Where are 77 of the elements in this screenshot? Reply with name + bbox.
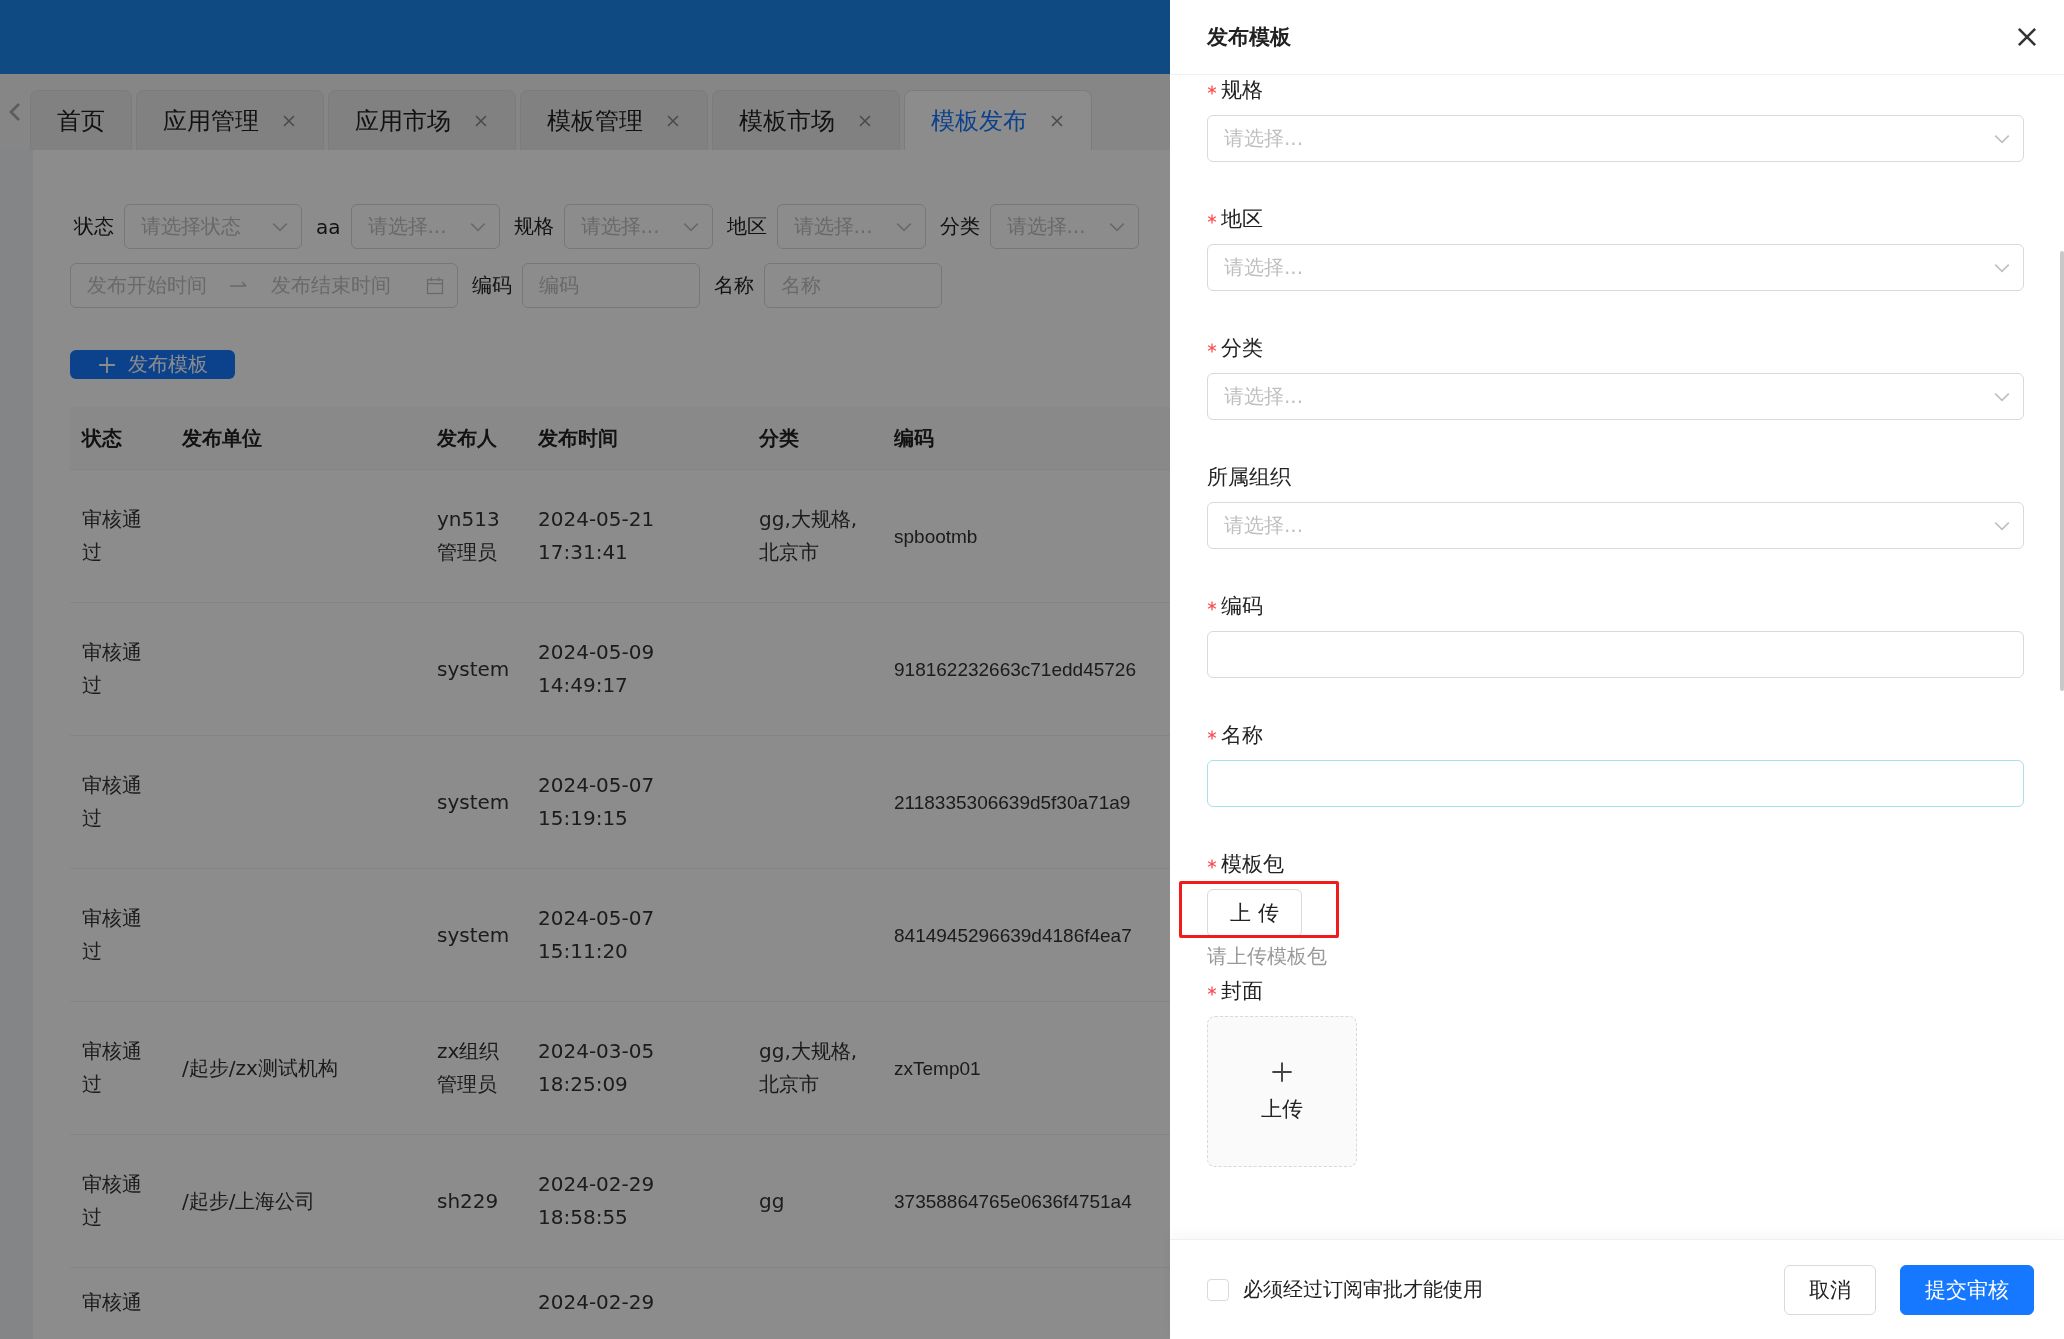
table-cell-text: 审核通 [81, 1289, 143, 1316]
table-cell-text: /起步/上海公司 [181, 1187, 317, 1215]
table-cell-text: 审核通过 [81, 772, 143, 832]
filter-label: 编码 [472, 272, 512, 299]
table-cell-text: 2024-02-29 18:58:55 [537, 1171, 656, 1231]
field-label: 地区 [1221, 206, 1263, 233]
checkbox[interactable] [1207, 1278, 1229, 1301]
table-cell-text: 2024-02-29 [537, 1289, 656, 1316]
field-label: 编码 [1221, 593, 1263, 620]
cancel-button[interactable]: 取消 [1784, 1264, 1876, 1315]
field-label: 封面 [1221, 978, 1263, 1005]
select-field[interactable]: 请选择... [1207, 502, 2024, 549]
table-cell-text: gg [758, 1187, 786, 1215]
table-cell-text: 审核通过 [81, 639, 143, 699]
table-cell-text: zxTemp01 [893, 1056, 982, 1081]
tab[interactable]: 首页 [30, 90, 132, 150]
table-cell-text: sh229 [436, 1187, 500, 1215]
column-header: 发布人 [436, 424, 498, 452]
upload-card[interactable]: 上传 [1207, 1016, 1357, 1167]
select-field[interactable]: 请选择... [1207, 244, 2024, 291]
table-cell-text: 审核通过 [81, 905, 143, 965]
table-cell-text: /起步/zx测试机构 [181, 1054, 339, 1082]
table-cell-text: 8414945296639d4186f4ea7 [893, 923, 1133, 948]
tab[interactable]: 应用市场 [328, 90, 516, 150]
table-cell-text: gg,大规格,北京市 [758, 1038, 859, 1098]
input-field[interactable] [1207, 760, 2024, 807]
calendar-icon [425, 275, 445, 296]
upload-button[interactable]: 上 传 [1207, 889, 1302, 937]
table-cell-text: 审核通过 [81, 1038, 143, 1098]
table-cell-text: 2024-05-21 17:31:41 [537, 506, 656, 566]
tab[interactable]: 模板市场 [712, 90, 900, 150]
table-cell-text: 918162232663c71edd45726 [893, 657, 1137, 682]
table-cell-text: 2118335306639d5f30a71a9 [893, 790, 1132, 815]
filter-label: 地区 [726, 213, 767, 240]
filter-label: 规格 [513, 213, 554, 240]
checkbox-label: 必须经过订阅审批才能使用 [1243, 1276, 1484, 1303]
field-label: 名称 [1221, 722, 1263, 749]
tab[interactable]: 应用管理 [136, 90, 324, 150]
field-label: 所属组织 [1207, 464, 1291, 491]
column-header: 状态 [80, 424, 123, 452]
table-cell-text: system [436, 655, 511, 683]
column-header: 发布时间 [537, 424, 619, 452]
select-field[interactable]: 请选择... [1207, 115, 2024, 162]
table-cell-text: system [436, 788, 511, 816]
table-cell-text: 2024-03-05 18:25:09 [537, 1038, 656, 1098]
submit-button[interactable]: 提交审核 [1900, 1264, 2034, 1315]
input-field[interactable] [1207, 631, 2024, 678]
table-cell-text: spbootmb [893, 524, 979, 549]
filter-label: 名称 [714, 272, 754, 299]
table-cell-text: yn513管理员 [436, 506, 501, 566]
field-label: 分类 [1221, 335, 1263, 362]
table-cell-text: zx组织管理员 [436, 1038, 501, 1098]
table-cell-text: 37358864765e0636f4751a4 [893, 1189, 1133, 1214]
field-label: 模板包 [1221, 851, 1284, 878]
field-label: 规格 [1221, 77, 1263, 104]
filter-label: 分类 [939, 213, 980, 240]
scrollbar[interactable] [2060, 251, 2064, 691]
hint-text: 请上传模板包 [1207, 943, 1328, 970]
tab[interactable]: 模板管理 [520, 90, 708, 150]
filter-label: 状态 [74, 213, 114, 240]
plus-icon [97, 355, 116, 374]
tab[interactable]: 模板发布 [904, 90, 1092, 150]
table-cell-text: 2024-05-07 15:19:15 [537, 772, 656, 832]
table-cell-text: gg,大规格,北京市 [758, 506, 859, 566]
table-cell-text: system [436, 921, 511, 949]
table-cell-text: 审核通过 [81, 1171, 143, 1231]
publish-button[interactable]: 发布模板 [70, 350, 235, 379]
column-header: 发布单位 [181, 424, 263, 452]
plus-icon [1271, 1060, 1293, 1083]
drawer-title: 发布模板 [1207, 24, 1291, 51]
select-field[interactable]: 请选择... [1207, 373, 2024, 420]
table-cell-text: 审核通过 [81, 506, 143, 566]
column-header: 分类 [758, 424, 800, 452]
filter-label: aa [316, 214, 341, 239]
column-header: 编码 [893, 424, 934, 452]
table-cell-text: 2024-05-09 14:49:17 [537, 639, 656, 699]
table-cell-text: 2024-05-07 15:11:20 [537, 905, 656, 965]
